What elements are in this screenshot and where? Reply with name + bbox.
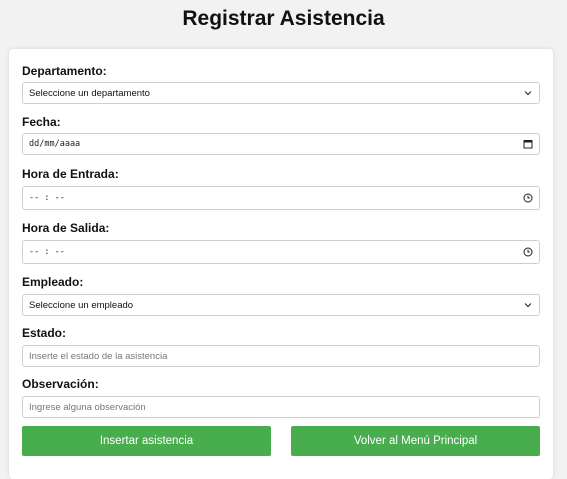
status-input-placeholder: Inserte el estado de la asistencia	[29, 350, 168, 362]
department-label: Departamento:	[22, 64, 107, 78]
observation-input-placeholder: Ingrese alguna observación	[29, 401, 146, 413]
entry-time-label: Hora de Entrada:	[22, 167, 119, 181]
status-label: Estado:	[22, 326, 67, 340]
department-select-value: Seleccione un departamento	[29, 87, 150, 99]
back-to-main-menu-button[interactable]: Volver al Menú Principal	[291, 426, 540, 456]
attendance-form: Departamento: Seleccione un departamento…	[9, 49, 553, 479]
employee-select[interactable]: Seleccione un empleado	[22, 294, 540, 316]
department-select[interactable]: Seleccione un departamento	[22, 82, 540, 104]
exit-time-value: -- : --	[29, 247, 65, 257]
entry-time-input[interactable]: -- : --	[22, 186, 540, 210]
observation-label: Observación:	[22, 377, 99, 391]
exit-time-input[interactable]: -- : --	[22, 240, 540, 264]
employee-label: Empleado:	[22, 275, 84, 289]
date-input-value: dd/mm/aaaa	[29, 139, 81, 149]
clock-icon[interactable]	[523, 193, 533, 203]
date-input[interactable]: dd/mm/aaaa	[22, 133, 540, 155]
observation-input[interactable]: Ingrese alguna observación	[22, 396, 540, 418]
status-input[interactable]: Inserte el estado de la asistencia	[22, 345, 540, 367]
insert-attendance-button[interactable]: Insertar asistencia	[22, 426, 271, 456]
calendar-icon[interactable]	[523, 139, 533, 149]
page-title: Registrar Asistencia	[182, 7, 385, 30]
chevron-down-icon	[523, 300, 533, 310]
employee-select-value: Seleccione un empleado	[29, 299, 134, 311]
chevron-down-icon	[523, 88, 533, 98]
date-label: Fecha:	[22, 115, 61, 129]
entry-time-value: -- : --	[29, 193, 65, 203]
clock-icon[interactable]	[523, 247, 533, 257]
exit-time-label: Hora de Salida:	[22, 221, 110, 235]
